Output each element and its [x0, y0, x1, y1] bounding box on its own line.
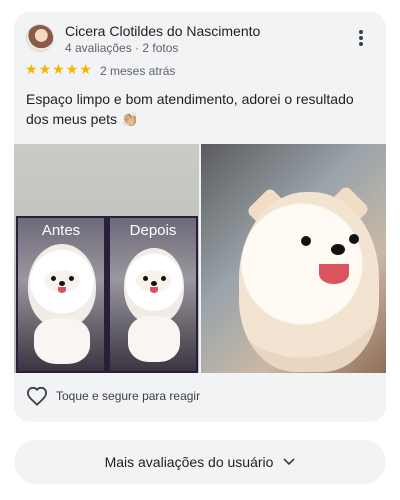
- after-panel: Depois: [110, 218, 196, 371]
- more-vert-icon: [359, 30, 363, 34]
- star-rating: ★ ★ ★ ★ ★: [25, 61, 92, 77]
- dog-body: [34, 318, 90, 364]
- dog-eye: [161, 276, 166, 281]
- heart-outline-icon: [26, 386, 48, 406]
- dog-nose: [331, 244, 345, 255]
- review-time: 2 meses atrás: [100, 64, 176, 78]
- author-meta: 4 avaliações · 2 fotos: [65, 41, 179, 55]
- dog-nose: [59, 281, 65, 286]
- dog-nose: [151, 281, 157, 286]
- review-text: Espaço limpo e bom atendimento, adorei o…: [26, 91, 354, 127]
- review-photo-before-after[interactable]: Antes Depois: [14, 144, 199, 373]
- dog-eye: [69, 276, 74, 281]
- dog-eye: [301, 236, 311, 246]
- more-reviews-label: Mais avaliações do usuário: [104, 454, 274, 470]
- dog-tongue: [150, 287, 158, 293]
- dog-eye: [143, 276, 148, 281]
- reaction-label: Toque e segure para reagir: [56, 389, 201, 403]
- review-photo-dog[interactable]: [201, 144, 386, 373]
- dog-tongue: [58, 287, 66, 293]
- dog-tongue: [319, 264, 349, 284]
- star-icon: ★: [52, 61, 65, 77]
- react-button[interactable]: Toque e segure para reagir: [26, 386, 200, 406]
- before-panel: Antes: [18, 218, 104, 371]
- dog-image: [239, 192, 379, 372]
- more-reviews-button[interactable]: Mais avaliações do usuário: [14, 440, 386, 484]
- author-name[interactable]: Cicera Clotildes do Nascimento: [65, 23, 260, 39]
- dog-eye: [349, 234, 359, 244]
- star-icon: ★: [79, 61, 92, 77]
- more-options-button[interactable]: [351, 28, 371, 48]
- chevron-down-icon: [283, 458, 296, 466]
- dog-body: [128, 316, 180, 362]
- before-after-collage: Antes Depois: [16, 216, 198, 373]
- after-label: Depois: [129, 222, 177, 239]
- before-label: Antes: [41, 222, 81, 239]
- star-icon: ★: [25, 61, 38, 77]
- review-card: Cicera Clotildes do Nascimento 4 avaliaç…: [14, 12, 386, 422]
- dog-eye: [51, 276, 56, 281]
- avatar[interactable]: [26, 24, 54, 52]
- star-icon: ★: [38, 61, 52, 77]
- star-icon: ★: [65, 61, 79, 77]
